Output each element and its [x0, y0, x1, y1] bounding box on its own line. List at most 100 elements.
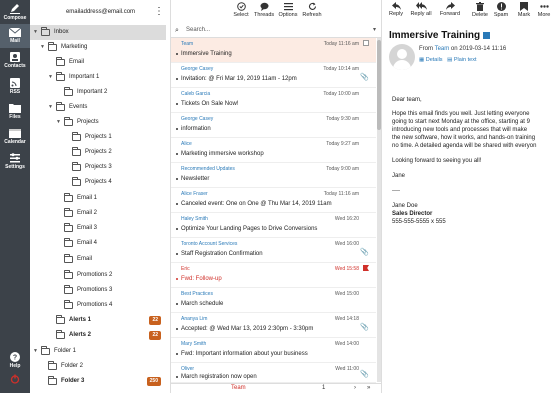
- nav-contacts[interactable]: Contacts: [0, 52, 30, 69]
- message-row[interactable]: Alice Today 9:27 am Marketing immersive wo…: [171, 138, 376, 163]
- search-bar[interactable]: ⌕ Search... ▾: [171, 24, 382, 38]
- body-paragraph-line: Hope this email finds you well. Just let…: [392, 111, 530, 117]
- nav-rss[interactable]: RSS: [0, 78, 30, 95]
- team-sender: Team: [231, 385, 246, 391]
- message-date: Wed 16:00: [334, 241, 359, 247]
- folder-item[interactable]: Projects 3: [30, 160, 166, 175]
- nav-calendar[interactable]: Calendar: [0, 128, 30, 145]
- folder-item[interactable]: Email 4: [30, 236, 166, 251]
- message-row[interactable]: Ananya Lim Wed 14:18 Accepted: @ Wed Mar 1…: [171, 313, 376, 338]
- folder-item[interactable]: Folder 3 250: [30, 374, 166, 389]
- message-row[interactable]: George Casey Today 9:30 am information: [171, 113, 376, 138]
- next-page-button[interactable]: ›: [354, 385, 356, 391]
- logout-button[interactable]: [0, 374, 30, 385]
- folder-item[interactable]: ▼ Projects: [30, 115, 166, 130]
- checkbox-icon[interactable]: [483, 31, 491, 39]
- folder-item[interactable]: Promotions 3: [30, 283, 166, 298]
- last-page-button[interactable]: »: [367, 385, 370, 391]
- forward-button[interactable]: Forward: [438, 2, 462, 17]
- page-number[interactable]: 1: [322, 385, 325, 391]
- message-list-scrollbar[interactable]: [377, 38, 381, 382]
- nav-compose[interactable]: Compose: [0, 4, 30, 21]
- body-closing: Looking forward to seeing you all!: [392, 158, 482, 164]
- search-input[interactable]: Search...: [186, 27, 210, 33]
- folder-item[interactable]: Promotions 4: [30, 298, 166, 313]
- account-more-button[interactable]: ⋮: [154, 0, 164, 24]
- message-row[interactable]: George Casey Today 10:14 am Invitation: @ …: [171, 63, 376, 88]
- message-date: Today 9:30 am: [326, 116, 359, 122]
- message-row[interactable]: Caleb Garcia Today 10:00 am Tickets On Sal…: [171, 88, 376, 113]
- folder-item[interactable]: Promotions 2: [30, 268, 166, 283]
- nav-settings[interactable]: Settings: [0, 153, 30, 170]
- more-button[interactable]: More: [536, 2, 552, 18]
- select-button[interactable]: Select: [233, 2, 249, 18]
- folder-label: Alerts 1: [69, 317, 92, 323]
- folder-item[interactable]: Important 2: [30, 85, 166, 100]
- flag-icon[interactable]: [363, 265, 369, 271]
- mark-button[interactable]: Mark: [516, 2, 532, 18]
- folder-item[interactable]: ▼ Events: [30, 100, 166, 115]
- folder-label: Important 1: [69, 74, 100, 80]
- reading-pane: Reply Reply all Forward Delete Spam Mark…: [383, 0, 556, 393]
- flag-icon[interactable]: [363, 40, 369, 46]
- folder-item[interactable]: ▼ Important 1: [30, 70, 166, 85]
- body-greeting: Dear team,: [392, 97, 422, 103]
- threads-label: Threads: [254, 12, 275, 18]
- message-row[interactable]: Oliver Wed 11:00 March registration now op…: [171, 363, 376, 383]
- nav-files[interactable]: Files: [0, 103, 30, 120]
- folder-item[interactable]: Folder 2: [30, 359, 166, 374]
- select-icon: [236, 2, 246, 11]
- refresh-icon: [308, 2, 316, 10]
- options-button[interactable]: Options: [278, 2, 298, 18]
- message-subject: March registration now open: [181, 374, 257, 380]
- search-icon: ⌕: [175, 27, 179, 34]
- folder-item[interactable]: Projects 2: [30, 145, 166, 160]
- folder-inbox[interactable]: ▼ Inbox: [30, 25, 166, 40]
- folder-item[interactable]: Email: [30, 55, 166, 70]
- message-row[interactable]: Alice Fraser Today 11:16 am Canceled event…: [171, 188, 376, 213]
- plain-text-link[interactable]: Plain text: [454, 57, 477, 63]
- reply-all-button[interactable]: Reply all: [409, 2, 433, 17]
- folder-item[interactable]: ▼ Marketing: [30, 40, 166, 55]
- message-row[interactable]: Toronto Account Services Wed 16:00 Staff R…: [171, 238, 376, 263]
- message-row[interactable]: Haley Smith Wed 16:20 Optimize Your Landin…: [171, 213, 376, 238]
- reply-button[interactable]: Reply: [387, 2, 405, 17]
- threads-button[interactable]: Threads: [254, 2, 274, 18]
- message-row[interactable]: Team Today 11:16 am Immersive Training: [171, 38, 376, 63]
- spam-label: Spam: [493, 12, 509, 18]
- folder-item[interactable]: Alerts 1 22: [30, 313, 166, 328]
- folder-item[interactable]: Email 3: [30, 221, 166, 236]
- nav-help[interactable]: ? Help: [0, 352, 30, 369]
- chevron-down-icon[interactable]: ▾: [373, 26, 376, 33]
- refresh-button[interactable]: Refresh: [302, 2, 322, 18]
- message-row[interactable]: Eric Wed 15:58 Fwd: Follow-up: [171, 263, 376, 288]
- sender-link[interactable]: Team: [435, 46, 450, 52]
- delete-button[interactable]: Delete: [471, 2, 489, 18]
- message-row[interactable]: Mary Smith Wed 14:00 Fwd: Important inform…: [171, 338, 376, 363]
- contacts-icon: [10, 52, 20, 62]
- folder-label: Important 2: [77, 89, 108, 95]
- folder-item[interactable]: Alerts 2 22: [30, 328, 166, 343]
- folder-item[interactable]: Email: [30, 252, 166, 267]
- folder-item[interactable]: ▼ Folder 1: [30, 344, 166, 359]
- body-paragraph-line: introducing new tools and processes that…: [392, 127, 528, 133]
- message-subject: Invitation: @ Fri Mar 19, 2019 11am - 12…: [181, 76, 297, 82]
- unread-badge: 22: [149, 316, 161, 325]
- folder-label: Promotions 2: [77, 272, 113, 278]
- folder-label: Email: [69, 59, 85, 65]
- message-row[interactable]: Best Practices Wed 15:00 March schedule: [171, 288, 376, 313]
- spam-button[interactable]: Spam: [493, 2, 509, 18]
- message-subject: Immersive Training: [181, 51, 232, 57]
- details-link[interactable]: Details: [426, 57, 443, 63]
- folder-item[interactable]: Email 2: [30, 206, 166, 221]
- nav-mail[interactable]: Mail: [0, 24, 30, 48]
- bookmark-icon: [520, 2, 528, 11]
- folder-item[interactable]: Projects 1: [30, 130, 166, 145]
- sent-date: on 2019-03-14 11:16: [450, 46, 507, 52]
- nav-help-label: Help: [9, 363, 21, 369]
- scroll-thumb[interactable]: [377, 40, 381, 130]
- folder-item[interactable]: Email 1: [30, 191, 166, 206]
- folder-label: Projects 3: [85, 164, 112, 170]
- folder-item[interactable]: Projects 4: [30, 175, 166, 190]
- message-row[interactable]: Recommended Updates Today 9:00 am Newslett…: [171, 163, 376, 188]
